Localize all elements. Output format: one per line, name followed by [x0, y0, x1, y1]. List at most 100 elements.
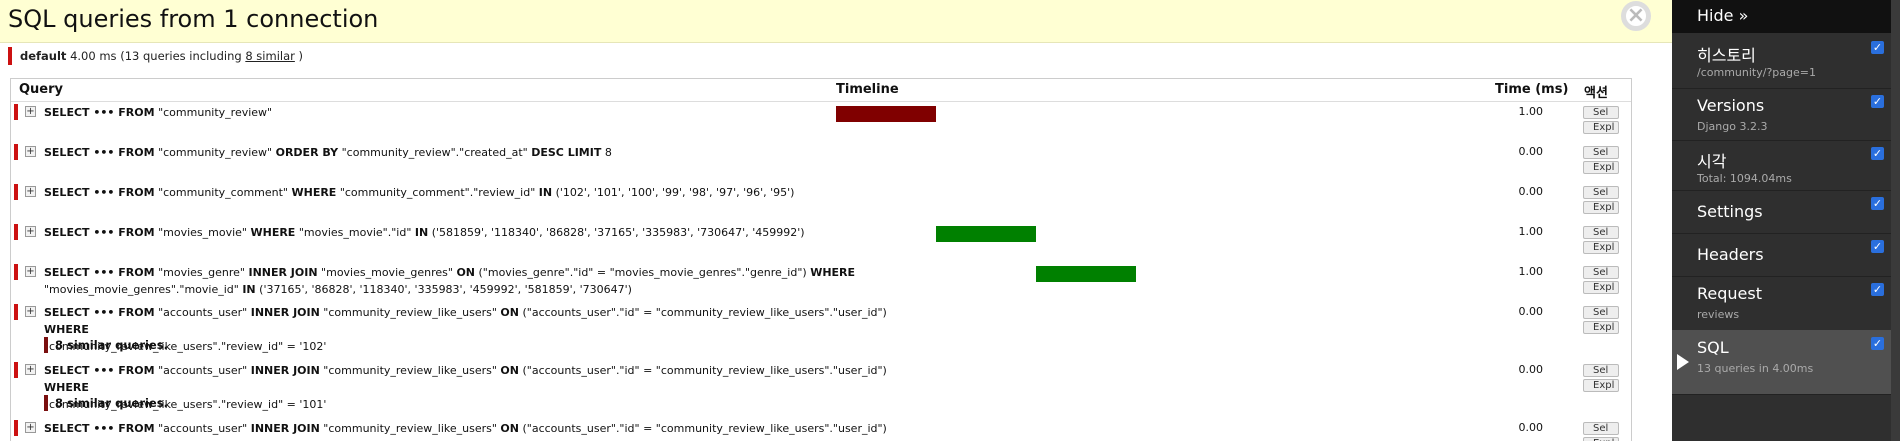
db-time: 4.00 ms [70, 49, 117, 63]
expand-toggle-icon[interactable]: + [25, 106, 36, 117]
select-button[interactable]: Sel [1583, 306, 1619, 319]
select-button[interactable]: Sel [1583, 364, 1619, 377]
sidebar-item-4[interactable]: Settings ✓ [1672, 190, 1900, 234]
expand-toggle-icon[interactable]: + [25, 364, 36, 375]
expand-toggle-icon[interactable]: + [25, 422, 36, 433]
sql-keyword: WHERE [250, 226, 296, 239]
explain-button[interactable]: Expl [1583, 379, 1619, 392]
sidebar-item-2[interactable]: Versions Django 3.2.3 ✓ [1672, 88, 1900, 141]
connection-marker [14, 420, 18, 436]
sql-keyword: SELECT ••• FROM [44, 422, 155, 435]
close-icon[interactable]: × [1621, 1, 1651, 31]
select-button[interactable]: Sel [1583, 106, 1619, 119]
similar-queries-note: 8 similar queries. [44, 395, 168, 411]
active-panel-arrow-icon [1677, 354, 1689, 370]
select-button[interactable]: Sel [1583, 146, 1619, 159]
table-row: + SELECT ••• FROM "accounts_user" INNER J… [11, 360, 1631, 418]
connection-marker [14, 304, 18, 320]
sql-fragment: ('37165', '86828', '118340', '335983', '… [255, 283, 632, 296]
sql-keyword: IN [414, 226, 429, 239]
explain-button[interactable]: Expl [1583, 321, 1619, 334]
hide-toolbar-link[interactable]: Hide » [1672, 0, 1900, 33]
timeline-bar [836, 106, 936, 122]
sidebar-item-5[interactable]: Headers ✓ [1672, 233, 1900, 277]
sql-keyword: SELECT ••• FROM [44, 146, 155, 159]
sql-fragment: "accounts_user" [154, 422, 251, 435]
sql-fragment: 8 [601, 146, 612, 159]
sql-keyword: WHERE [291, 186, 337, 199]
query-time: 0.00 [1518, 145, 1544, 158]
expand-toggle-icon[interactable]: + [25, 186, 36, 197]
sidebar-item-1[interactable]: 히스토리/community/?page=1 ✓ [1672, 34, 1900, 89]
similar-queries-link[interactable]: 8 similar [245, 49, 295, 63]
sql-fragment: ("movies_genre"."id" = "movies_movie_gen… [475, 266, 811, 279]
db-summary-text: (13 queries including [120, 49, 242, 63]
sql-keyword: SELECT ••• FROM [44, 106, 155, 119]
expand-toggle-icon[interactable]: + [25, 226, 36, 237]
sql-fragment: "accounts_user" [154, 306, 251, 319]
panel-toggle-checkbox[interactable]: ✓ [1871, 283, 1884, 296]
sql-text[interactable]: SELECT ••• FROM "accounts_user" INNER JO… [44, 420, 904, 441]
scrollbar[interactable] [1891, 0, 1900, 441]
panel-toggle-checkbox[interactable]: ✓ [1871, 147, 1884, 160]
sql-keyword: ON [500, 422, 519, 435]
sidebar-item-title: 히스토리 [1697, 46, 1756, 65]
table-row: + SELECT ••• FROM "accounts_user" INNER J… [11, 418, 1631, 441]
sql-keyword: SELECT ••• FROM [44, 226, 155, 239]
sidebar-item-subtitle: Django 3.2.3 [1697, 120, 1768, 133]
sql-text[interactable]: SELECT ••• FROM "community_review" ORDER… [44, 144, 904, 161]
panel-toggle-checkbox[interactable]: ✓ [1871, 337, 1884, 350]
sidebar-item-6[interactable]: Request reviews ✓ [1672, 276, 1900, 331]
expand-toggle-icon[interactable]: + [25, 266, 36, 277]
sql-fragment: "community_review" [154, 106, 273, 119]
panel-toggle-checkbox[interactable]: ✓ [1871, 197, 1884, 210]
timeline-bar [936, 226, 1036, 242]
sql-text[interactable]: SELECT ••• FROM "community_review" [44, 104, 904, 121]
panel-toggle-checkbox[interactable]: ✓ [1871, 95, 1884, 108]
sidebar-item-subtitle: Total: 1094.04ms [1697, 172, 1792, 185]
sql-keyword: INNER JOIN [250, 306, 320, 319]
panel-toggle-checkbox[interactable]: ✓ [1871, 41, 1884, 54]
explain-button[interactable]: Expl [1583, 161, 1619, 174]
db-summary-end: ) [298, 49, 304, 63]
select-button[interactable]: Sel [1583, 186, 1619, 199]
select-button[interactable]: Sel [1583, 226, 1619, 239]
sql-text[interactable]: SELECT ••• FROM "accounts_user" INNER JO… [44, 362, 904, 413]
sql-fragment: ("accounts_user"."id" = "community_revie… [518, 364, 887, 377]
sql-keyword: SELECT ••• FROM [44, 266, 155, 279]
panel-toggle-checkbox[interactable]: ✓ [1871, 240, 1884, 253]
select-button[interactable]: Sel [1583, 266, 1619, 279]
hide-toolbar-label: Hide » [1697, 6, 1749, 25]
expand-toggle-icon[interactable]: + [25, 306, 36, 317]
panel-header: SQL queries from 1 connection × [0, 0, 1672, 43]
sql-keyword: ORDER BY [275, 146, 339, 159]
explain-button[interactable]: Expl [1583, 437, 1619, 441]
sql-keyword: INNER JOIN [250, 422, 320, 435]
expand-toggle-icon[interactable]: + [25, 146, 36, 157]
sidebar-item-subtitle: reviews [1697, 308, 1740, 321]
sql-fragment: ('102', '101', '100', '99', '98', '97', … [552, 186, 795, 199]
explain-button[interactable]: Expl [1583, 281, 1619, 294]
sql-fragment: "movies_genre" [154, 266, 249, 279]
sql-text[interactable]: SELECT ••• FROM "movies_movie" WHERE "mo… [44, 224, 904, 241]
sql-fragment: "community_review"."created_at" [338, 146, 532, 159]
table-header: Query Timeline Time (ms) 액션 [11, 79, 1631, 102]
sql-text[interactable]: SELECT ••• FROM "movies_genre" INNER JOI… [44, 264, 904, 298]
sql-text[interactable]: SELECT ••• FROM "accounts_user" INNER JO… [44, 304, 904, 355]
connection-marker [14, 224, 18, 240]
sidebar-item-title: Request [1697, 284, 1762, 303]
sql-fragment: "accounts_user" [154, 364, 251, 377]
sidebar-item-subtitle: 13 queries in 4.00ms [1697, 362, 1814, 375]
explain-button[interactable]: Expl [1583, 121, 1619, 134]
sidebar-item-title: Settings [1697, 202, 1763, 221]
connection-marker [14, 264, 18, 280]
sql-fragment: "community_comment"."review_id" [336, 186, 539, 199]
sidebar-item-3[interactable]: 시각 Total: 1094.04ms ✓ [1672, 140, 1900, 191]
explain-button[interactable]: Expl [1583, 201, 1619, 214]
sql-fragment: ("accounts_user"."id" = "community_revie… [518, 306, 887, 319]
select-button[interactable]: Sel [1583, 422, 1619, 435]
sql-text[interactable]: SELECT ••• FROM "community_comment" WHER… [44, 184, 904, 201]
explain-button[interactable]: Expl [1583, 241, 1619, 254]
sidebar-item-7[interactable]: SQL 13 queries in 4.00ms ✓ [1672, 330, 1900, 395]
query-time: 1.00 [1518, 105, 1544, 118]
